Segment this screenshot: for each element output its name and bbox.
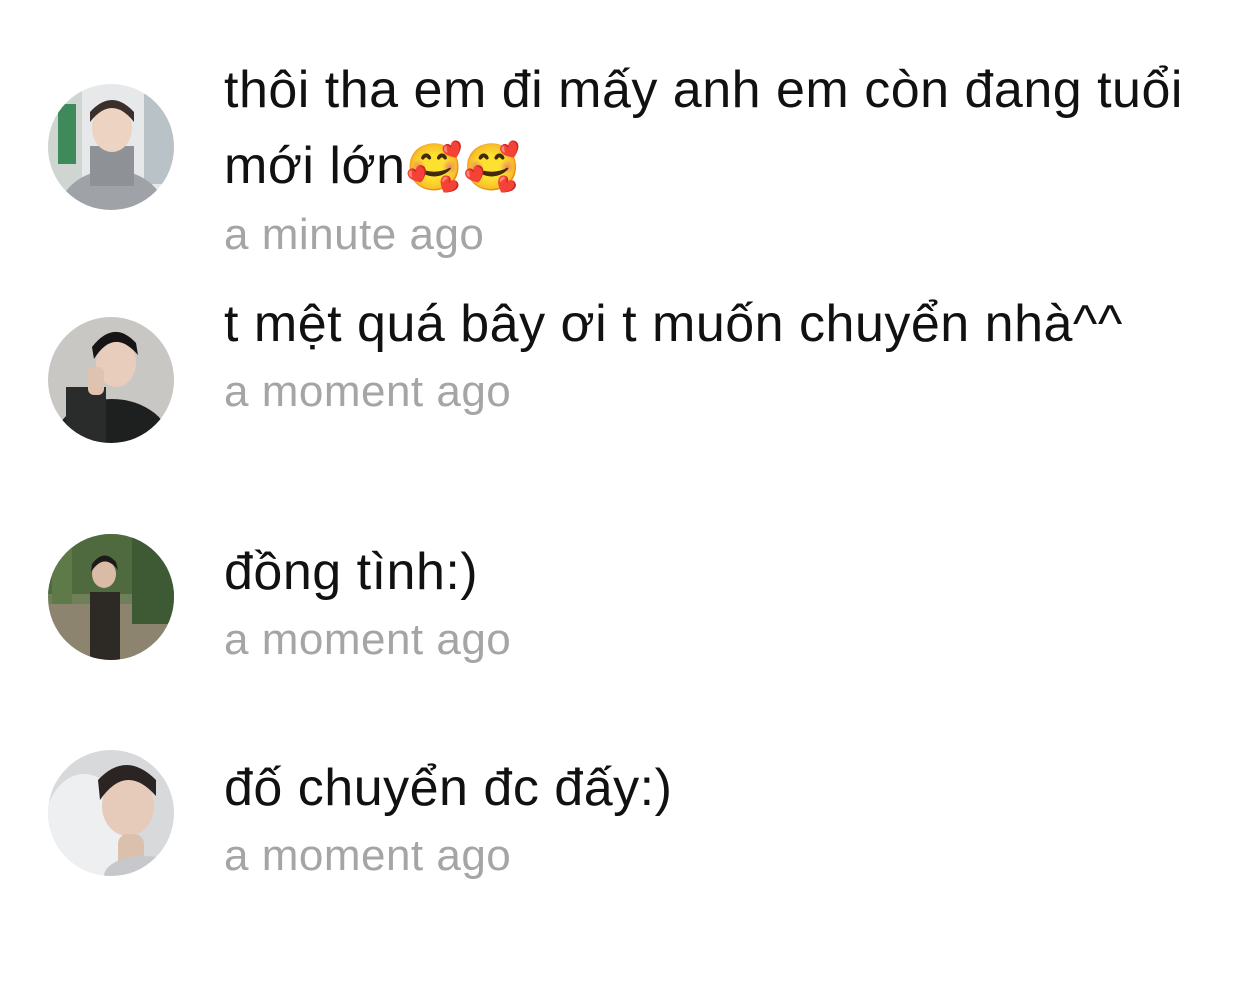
comment-timestamp: a minute ago bbox=[224, 210, 485, 259]
smiling-face-with-hearts-emoji: 🥰🥰 bbox=[405, 140, 522, 194]
avatar-photo bbox=[48, 317, 174, 443]
comment-body: thôi tha em đi mấy anh em còn đang tuổi … bbox=[224, 52, 1214, 265]
comment-text: đố chuyển đc đấy:) bbox=[224, 759, 673, 817]
avatar[interactable] bbox=[48, 534, 174, 660]
comment-text: đồng tình:) bbox=[224, 543, 479, 601]
avatar[interactable] bbox=[48, 317, 174, 443]
avatar[interactable] bbox=[48, 84, 174, 210]
avatar-photo bbox=[48, 534, 174, 660]
comment-body: đồng tình:) a moment ago bbox=[224, 534, 1214, 670]
comment-timestamp: a moment ago bbox=[224, 367, 512, 416]
comment-text: t mệt quá bây ơi t muốn chuyển nhà^^ bbox=[224, 295, 1123, 353]
comment-timestamp: a moment ago bbox=[224, 831, 512, 880]
comment-body: t mệt quá bây ơi t muốn chuyển nhà^^ a m… bbox=[224, 286, 1214, 422]
avatar[interactable] bbox=[48, 750, 174, 876]
comment-timestamp: a moment ago bbox=[224, 615, 512, 664]
avatar-photo bbox=[48, 84, 174, 210]
avatar-photo bbox=[48, 750, 174, 876]
comment-text: thôi tha em đi mấy anh em còn đang tuổi … bbox=[224, 61, 1183, 195]
comment-body: đố chuyển đc đấy:) a moment ago bbox=[224, 750, 1214, 886]
